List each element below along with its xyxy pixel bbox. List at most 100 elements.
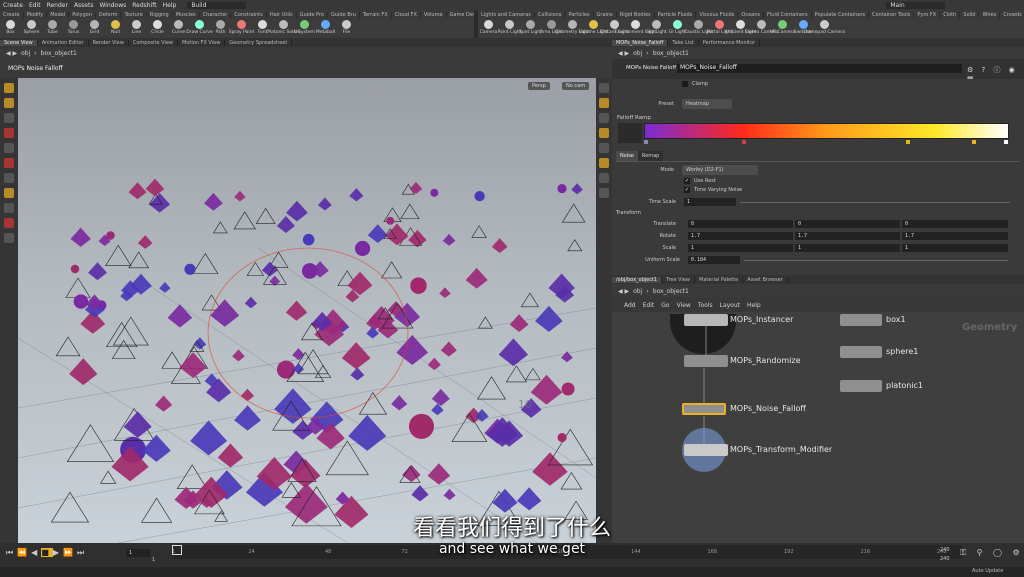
use-rest-checkbox[interactable]: ✓ bbox=[684, 178, 690, 184]
shelf-tab-9[interactable]: Constraints bbox=[231, 11, 267, 18]
ramp-keys[interactable] bbox=[644, 140, 1009, 146]
scale-x[interactable]: 1 bbox=[688, 244, 793, 252]
time-scale-slider[interactable] bbox=[740, 202, 1010, 203]
shelf-tab-9[interactable]: Populate Containers bbox=[812, 11, 869, 18]
scale-y[interactable]: 1 bbox=[795, 244, 900, 252]
pane-tab-0[interactable]: Scene View bbox=[0, 39, 38, 46]
node-mops-randomize[interactable] bbox=[684, 355, 728, 367]
tool-sky-light[interactable]: Sky Light bbox=[646, 19, 667, 38]
menu-assets[interactable]: Assets bbox=[71, 2, 97, 9]
network-menu-item-4[interactable]: Tools bbox=[698, 302, 713, 309]
tool-switcher[interactable]: Switcher bbox=[793, 19, 814, 38]
shelf-tab-1[interactable]: Modify bbox=[24, 11, 48, 18]
network-menu-item-6[interactable]: Help bbox=[747, 302, 761, 309]
desktop-select-left[interactable]: Build bbox=[187, 1, 247, 9]
tool-box[interactable]: Box bbox=[0, 19, 21, 38]
tool-vr-camera[interactable]: VR Camera bbox=[770, 19, 795, 38]
node-mops-noise-falloff[interactable] bbox=[682, 403, 726, 415]
shelf-tab-7[interactable]: Oceans bbox=[738, 11, 765, 18]
menu-render[interactable]: Render bbox=[44, 2, 71, 9]
network-menu-item-2[interactable]: Go bbox=[661, 302, 669, 309]
tool-path[interactable]: Path bbox=[210, 19, 231, 38]
shading-icon[interactable] bbox=[599, 98, 609, 108]
light-icon[interactable] bbox=[599, 128, 609, 138]
shelf-tab-16[interactable]: Game Devel bbox=[447, 12, 474, 18]
shelf-tab-13[interactable]: Terrain FX bbox=[360, 11, 392, 18]
tool-torus[interactable]: Torus bbox=[63, 19, 84, 38]
shelf-tab-8[interactable]: Fluid Containers bbox=[764, 11, 812, 18]
pane-tab-2[interactable]: Render View bbox=[89, 39, 129, 46]
translate-y[interactable]: 0 bbox=[795, 220, 900, 228]
auto-update-button[interactable]: Auto Update bbox=[972, 568, 1003, 574]
shelf-tab-10[interactable]: Hair Utils bbox=[267, 11, 297, 18]
select-tool-icon[interactable] bbox=[4, 83, 14, 93]
pane-tab-3[interactable]: Asset Browser bbox=[743, 276, 788, 283]
menu-windows[interactable]: Windows bbox=[96, 2, 129, 9]
path-box-object[interactable]: box_object1 bbox=[653, 50, 689, 57]
uniform-scale-slider[interactable] bbox=[744, 260, 1008, 261]
pose-tool-icon[interactable] bbox=[4, 173, 14, 183]
rotate-y[interactable]: 1.7 bbox=[795, 232, 900, 240]
scale-tool-icon[interactable] bbox=[4, 143, 14, 153]
lock-icon[interactable] bbox=[599, 113, 609, 123]
path-obj[interactable]: obj bbox=[633, 288, 642, 295]
snap-tool-icon[interactable] bbox=[4, 218, 14, 228]
brush-tool-icon[interactable] bbox=[4, 203, 14, 213]
tool-platonic-solids[interactable]: Platonic Solids bbox=[267, 19, 300, 38]
shelf-tab-6[interactable]: Rigging bbox=[147, 11, 173, 18]
tool-environment-light[interactable]: Environment Light bbox=[615, 19, 656, 38]
shelf-tab-11[interactable]: Pyro FX bbox=[914, 11, 941, 18]
pane-tab-0[interactable]: MOPs_Noise_Falloff bbox=[612, 39, 669, 46]
tool-camera[interactable]: Camera bbox=[478, 19, 499, 38]
node-name-field[interactable]: MOPs_Noise_Falloff bbox=[677, 64, 962, 73]
shelf-tab-2[interactable]: Particles bbox=[565, 11, 594, 18]
network-menu-item-5[interactable]: Layout bbox=[720, 302, 740, 309]
pane-tab-0[interactable]: /obj/box_object1 bbox=[612, 276, 663, 283]
network-editor[interactable]: Geometry MOPs_Instancer MOPs_Randomize M… bbox=[612, 312, 1024, 543]
visibility-icon[interactable] bbox=[599, 173, 609, 183]
falloff-ramp-gradient[interactable] bbox=[644, 123, 1009, 139]
path-obj[interactable]: obj bbox=[21, 50, 30, 57]
shelf-tab-12[interactable]: Cloth bbox=[940, 11, 961, 18]
shelf-tab-0[interactable]: Lights and Cameras bbox=[478, 11, 535, 18]
translate-x[interactable]: 0 bbox=[688, 220, 793, 228]
shelf-tab-12[interactable]: Guide Bru bbox=[328, 11, 360, 18]
node-box1[interactable] bbox=[840, 314, 882, 326]
back-icon[interactable]: ◀ ▶ bbox=[6, 50, 17, 57]
tool-curve[interactable]: Curve bbox=[168, 19, 189, 38]
pane-tab-2[interactable]: Material Palette bbox=[695, 276, 744, 283]
rotate-tool-icon[interactable] bbox=[4, 128, 14, 138]
shelf-tab-15[interactable]: Volume bbox=[421, 11, 447, 18]
scene-viewport[interactable]: Persp No cam 10 bbox=[18, 78, 596, 543]
view-tool-icon[interactable] bbox=[4, 113, 14, 123]
pane-tab-4[interactable]: Motion FX View bbox=[178, 39, 226, 46]
tool-circle[interactable]: Circle bbox=[147, 19, 168, 38]
tool-sphere[interactable]: Sphere bbox=[21, 19, 42, 38]
mode-menu[interactable]: Worley (D2-F1) bbox=[682, 165, 758, 175]
tool-caustic-light[interactable]: Caustic Light bbox=[684, 19, 713, 38]
tool-point-light[interactable]: Point Light bbox=[498, 19, 521, 38]
ramp-key[interactable] bbox=[644, 140, 648, 144]
menu-help[interactable]: Help bbox=[160, 2, 180, 9]
render-icon[interactable] bbox=[599, 188, 609, 198]
node-mops-instancer[interactable] bbox=[684, 314, 728, 326]
shelf-tab-4[interactable]: Deform bbox=[96, 11, 122, 18]
tool-tube[interactable]: Tube bbox=[42, 19, 63, 38]
tool-grid[interactable]: Grid bbox=[84, 19, 105, 38]
node-mops-transform-modifier[interactable] bbox=[684, 444, 728, 456]
translate-z[interactable]: 0 bbox=[902, 220, 1008, 228]
scale-z[interactable]: 1 bbox=[902, 244, 1008, 252]
rotate-z[interactable]: 1.7 bbox=[902, 232, 1008, 240]
menu-redshift[interactable]: Redshift bbox=[129, 2, 159, 9]
shelf-tab-11[interactable]: Guide Pro bbox=[297, 11, 328, 18]
misc-tool-icon[interactable] bbox=[4, 233, 14, 243]
ramp-key[interactable] bbox=[906, 140, 910, 144]
pane-tab-5[interactable]: Geometry Spreadsheet bbox=[225, 39, 293, 46]
tab-noise[interactable]: Noise bbox=[616, 151, 638, 161]
shelf-tab-14[interactable]: Cloud FX bbox=[392, 11, 421, 18]
back-icon[interactable]: ◀ ▶ bbox=[618, 50, 629, 57]
shelf-tab-1[interactable]: Collisions bbox=[535, 11, 566, 18]
shelf-tab-2[interactable]: Model bbox=[47, 11, 70, 18]
shelf-tab-0[interactable]: Create bbox=[0, 11, 24, 18]
tool-spray-paint[interactable]: Spray Paint bbox=[229, 19, 254, 38]
